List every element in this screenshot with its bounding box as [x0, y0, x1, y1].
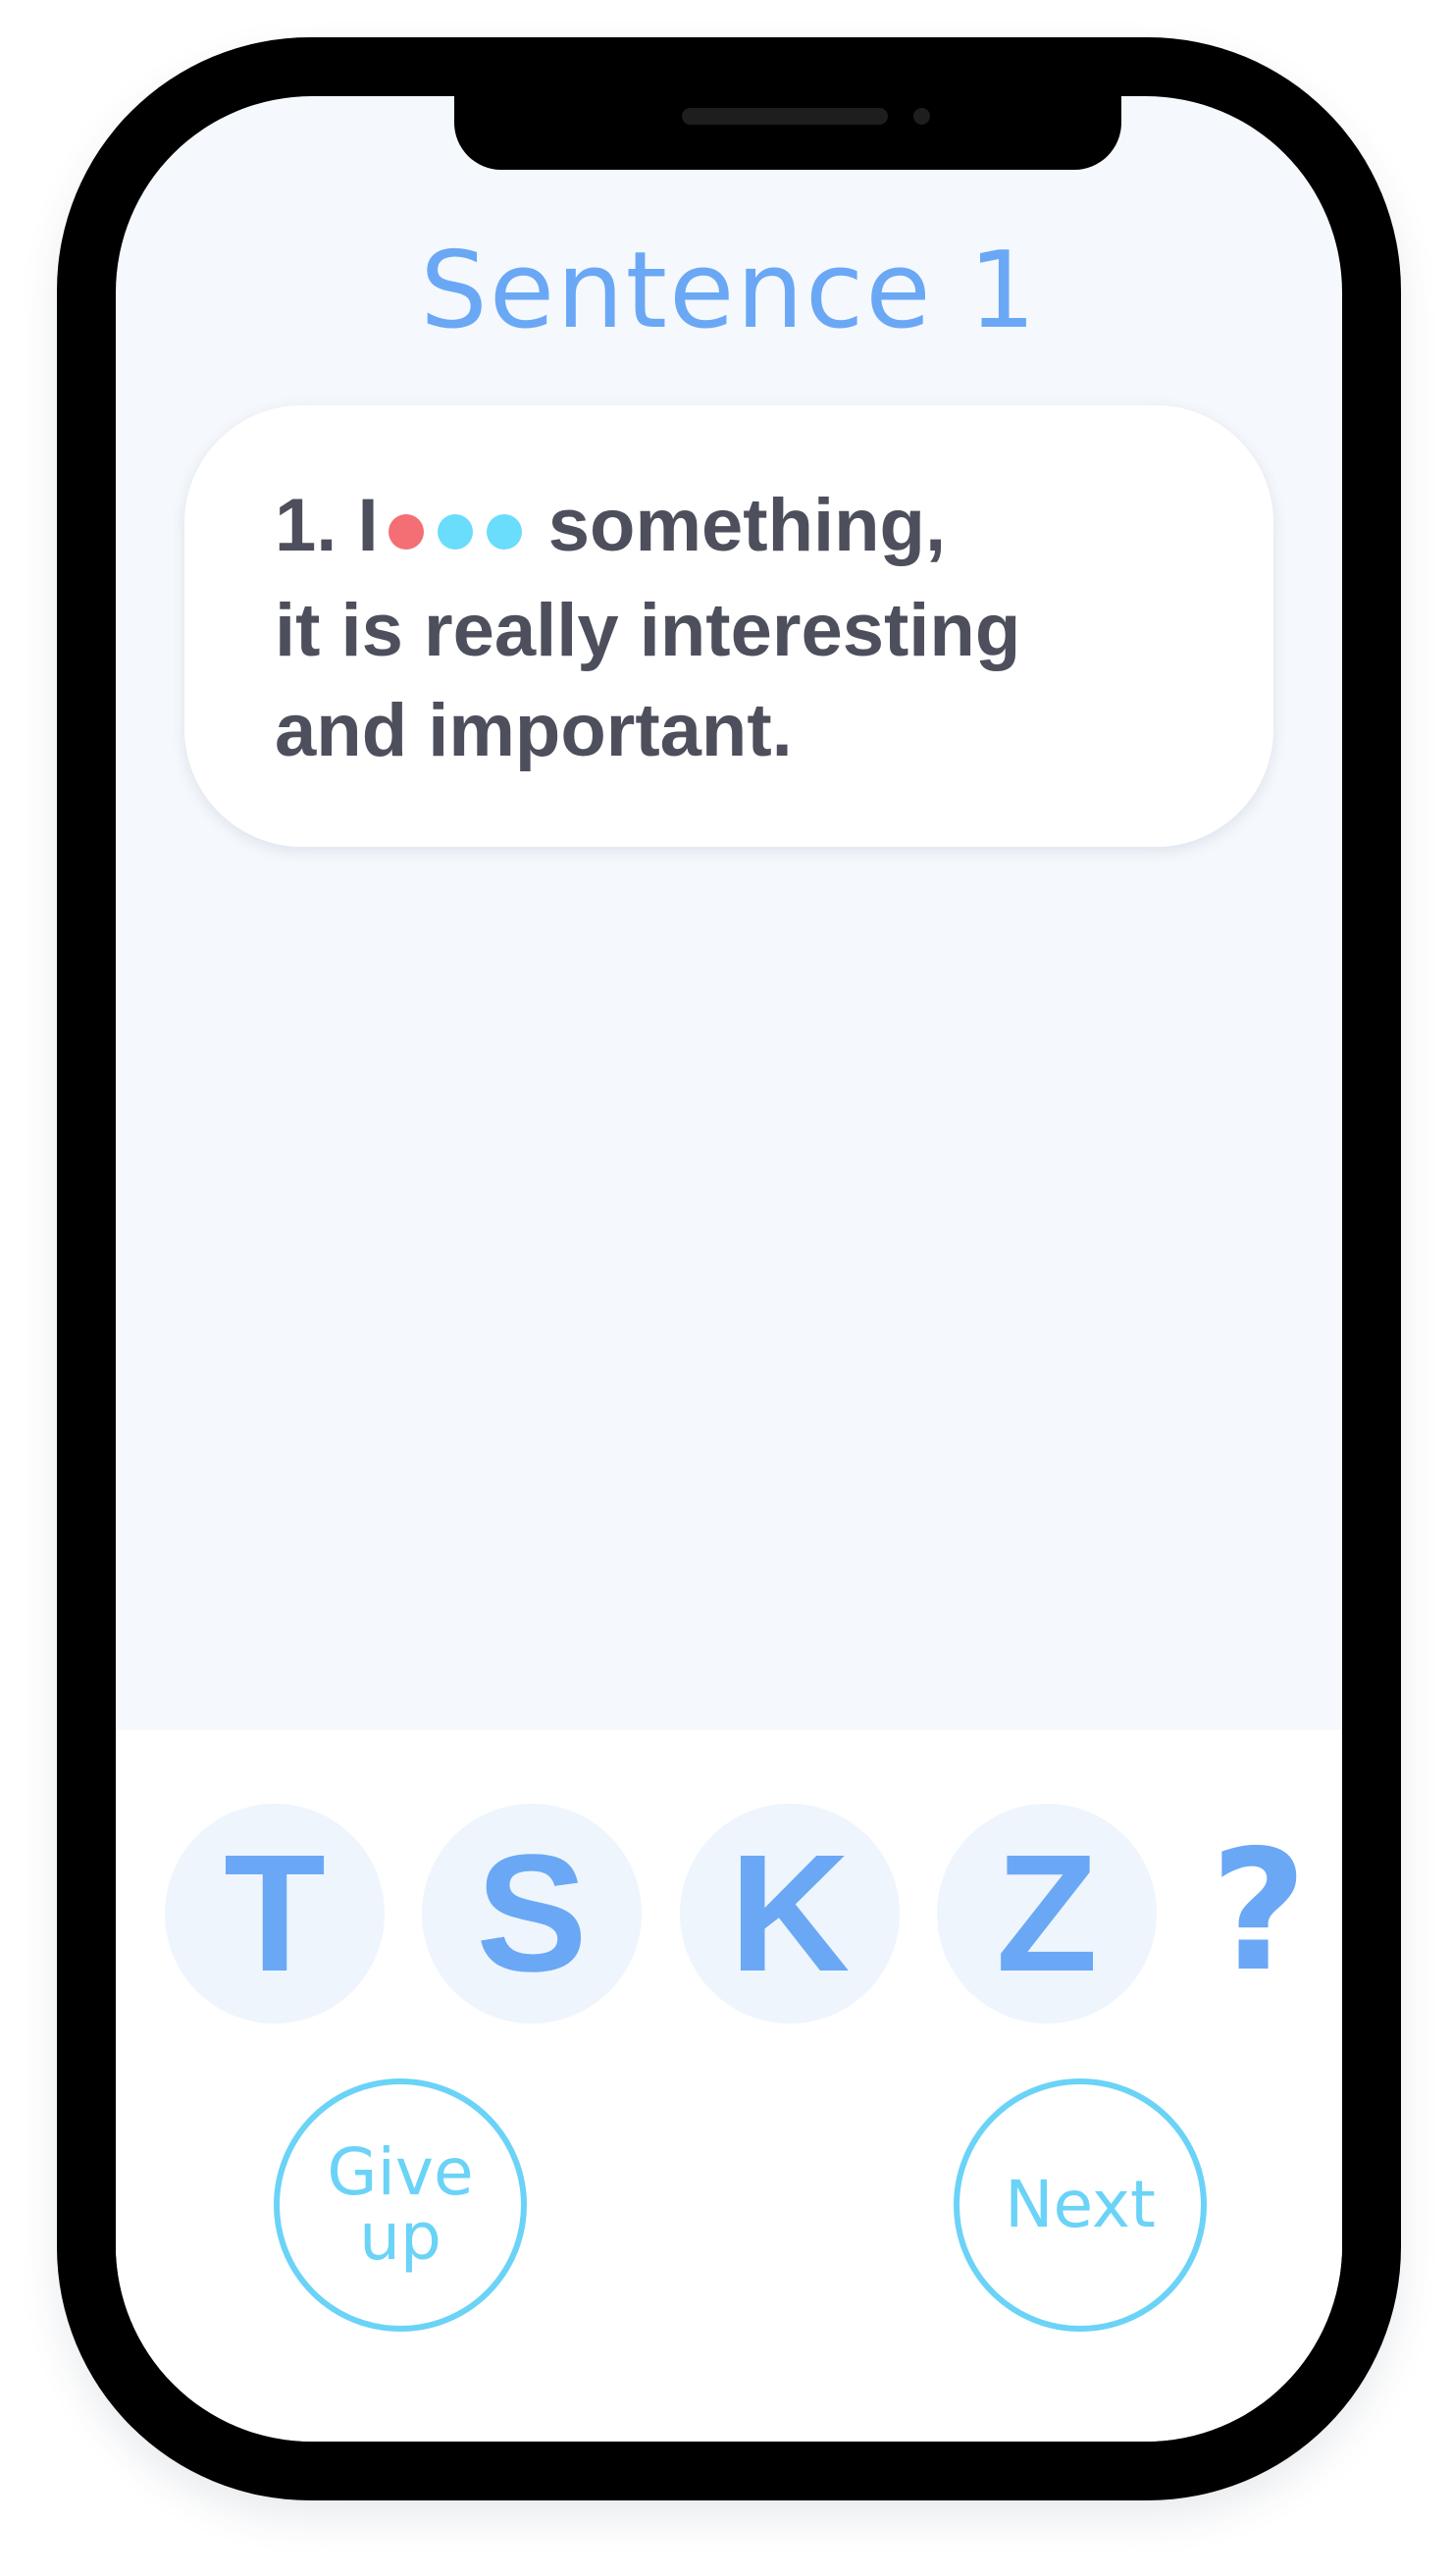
hidden-letter-dot-1	[388, 513, 424, 550]
sentence-text: 1. I something, it is really interesting…	[275, 476, 1217, 781]
sentence-card: 1. I something, it is really interesting…	[184, 405, 1273, 847]
front-camera	[913, 108, 930, 125]
phone-frame: Sentence 1 1. I something, it is really …	[57, 37, 1401, 2500]
hidden-letter-dot-2	[437, 513, 473, 550]
sentence-line3: and important.	[275, 688, 793, 772]
page-title: Sentence 1	[420, 230, 1038, 352]
sentence-line2: it is really interesting	[275, 588, 1021, 672]
hidden-letter-dot-3	[486, 513, 522, 550]
phone-notch	[454, 96, 1121, 170]
letter-key-k[interactable]: K	[680, 1804, 900, 2024]
sentence-prefix: 1. I	[275, 484, 379, 567]
help-question-icon[interactable]: ?	[1190, 1814, 1327, 2010]
give-up-label-line1: Give	[327, 2134, 474, 2210]
letter-key-s[interactable]: S	[422, 1804, 642, 2024]
app-screen: Sentence 1 1. I something, it is really …	[116, 96, 1342, 2442]
next-button[interactable]: Next	[954, 2078, 1207, 2332]
hidden-word-dots	[388, 477, 522, 577]
give-up-label-line2: up	[359, 2199, 441, 2275]
letter-key-z[interactable]: Z	[937, 1804, 1157, 2024]
letter-key-t[interactable]: T	[165, 1804, 385, 2024]
letter-keyboard: T S K Z ? Give up Next	[116, 1730, 1342, 2442]
sentence-line1-suffix: something,	[547, 484, 947, 567]
give-up-button[interactable]: Give up	[274, 2078, 527, 2332]
speaker-grille	[682, 108, 888, 125]
next-label: Next	[1005, 2167, 1156, 2242]
